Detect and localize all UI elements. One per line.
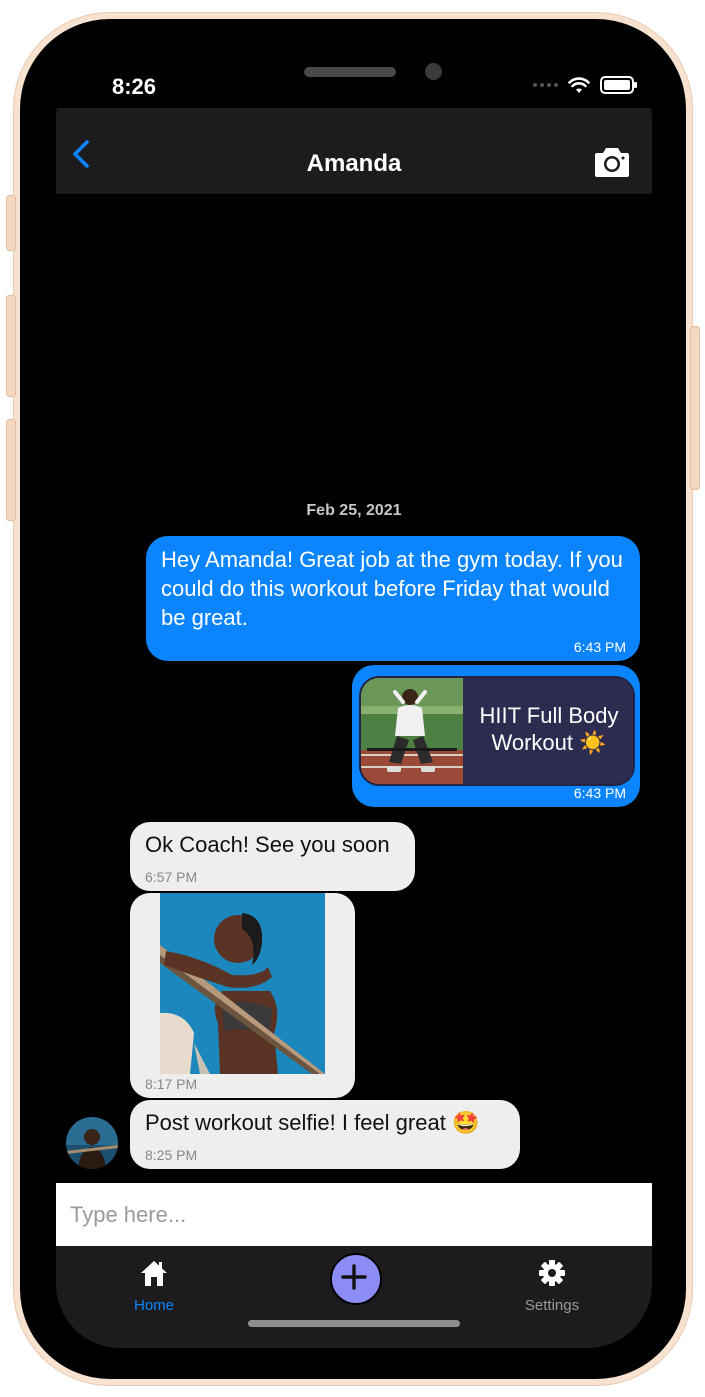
mute-switch: [6, 195, 16, 251]
battery-icon: [600, 76, 637, 94]
tab-bar: Home Settings: [56, 1246, 652, 1348]
message-time: 6:43 PM: [573, 639, 626, 655]
conversation-title: Amanda: [306, 150, 402, 177]
sun-emoji: ☀️: [579, 730, 607, 755]
speaker: [304, 67, 396, 77]
camera-icon: [595, 148, 629, 177]
outgoing-workout-message[interactable]: HIIT Full Body Workout ☀️ 6:43 PM: [352, 665, 640, 807]
home-icon: [141, 1261, 167, 1286]
avatar[interactable]: [66, 1117, 118, 1169]
incoming-photo-message[interactable]: 8:17 PM: [130, 893, 355, 1098]
screen: 8:26 Amanda Feb 25, 2021 Hey Amanda! Gre…: [56, 54, 652, 1348]
power-button: [690, 326, 700, 490]
message-text: Hey Amanda! Great job at the gym today. …: [161, 547, 623, 630]
gear-icon: [539, 1260, 565, 1286]
outgoing-message[interactable]: Hey Amanda! Great job at the gym today. …: [146, 536, 640, 661]
signal-icon: [533, 83, 558, 87]
tab-home-label: Home: [133, 1297, 174, 1314]
workout-card-title: HIIT Full Body Workout ☀️: [471, 702, 627, 756]
star-struck-emoji: 🤩: [451, 1110, 480, 1135]
front-camera: [425, 63, 442, 80]
status-time: 8:26: [112, 74, 157, 99]
notch: [184, 54, 525, 100]
plus-icon: [341, 1264, 367, 1290]
tab-home[interactable]: Home: [94, 1258, 214, 1314]
nav-bar: Amanda: [56, 108, 652, 194]
message-text-line: Post workout selfie! I feel great 🤩: [145, 1108, 479, 1137]
camera-button[interactable]: [592, 146, 632, 180]
message-text: Post workout selfie! I feel great: [145, 1110, 446, 1135]
date-separator: Feb 25, 2021: [306, 502, 402, 519]
incoming-message[interactable]: Post workout selfie! I feel great 🤩 8:25…: [130, 1100, 520, 1169]
composer: [56, 1183, 652, 1246]
message-time: 8:17 PM: [145, 1076, 198, 1092]
device-frame: 8:26 Amanda Feb 25, 2021 Hey Amanda! Gre…: [6, 13, 700, 1385]
add-button[interactable]: [330, 1253, 382, 1305]
selfie-photo[interactable]: [160, 893, 325, 1074]
volume-up-button: [6, 295, 16, 397]
message-time: 6:57 PM: [145, 869, 198, 885]
workout-card[interactable]: HIIT Full Body Workout ☀️: [359, 676, 635, 786]
incoming-message[interactable]: Ok Coach! See you soon 6:57 PM: [130, 822, 415, 891]
message-text: Ok Coach! See you soon: [145, 832, 390, 857]
tab-settings[interactable]: Settings: [492, 1258, 612, 1314]
message-time: 8:25 PM: [145, 1147, 198, 1163]
home-indicator[interactable]: [248, 1320, 460, 1327]
status-icons: [533, 76, 637, 94]
message-input[interactable]: [56, 1183, 652, 1246]
wifi-icon: [568, 76, 590, 93]
tab-settings-label: Settings: [524, 1297, 580, 1314]
message-time: 6:43 PM: [573, 785, 626, 801]
workout-thumbnail: [361, 678, 463, 784]
volume-down-button: [6, 419, 16, 521]
